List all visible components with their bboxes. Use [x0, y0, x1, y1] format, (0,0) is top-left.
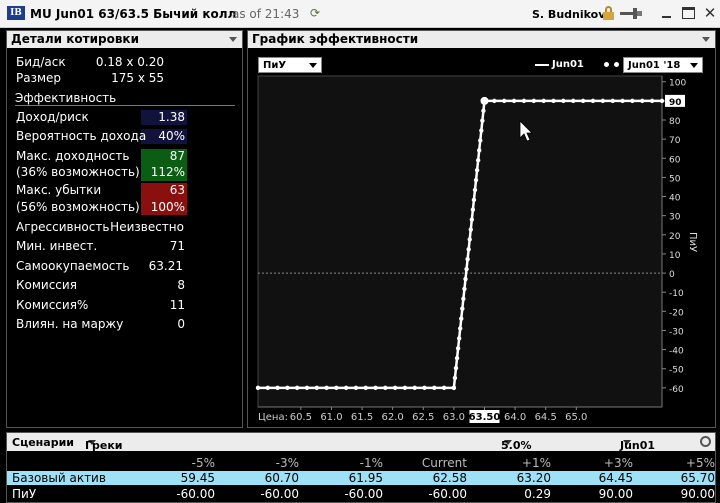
- column-header: -1%: [359, 456, 383, 470]
- return-risk-value: 1.38: [158, 110, 185, 124]
- size-label: Размер: [16, 71, 62, 85]
- prob-profit-label: Вероятность дохода: [16, 129, 147, 143]
- cell: -60.00: [176, 487, 215, 501]
- window-title: MU Jun01 63/63.5 Бычий колл: [30, 7, 237, 21]
- cell: -60.00: [428, 487, 467, 501]
- metric-select[interactable]: ПиУ: [258, 57, 322, 73]
- column-header: +3%: [603, 456, 633, 470]
- chart-header[interactable]: График эффективности: [248, 31, 715, 48]
- commission-pct-value: 11: [169, 298, 185, 312]
- column-header: -5%: [191, 456, 215, 470]
- min-invest-label: Мин. инвест.: [16, 239, 98, 253]
- legend-line-icon: [535, 64, 549, 66]
- scenarios-title: Сценарии: [12, 436, 74, 449]
- cell: -60.00: [344, 487, 383, 501]
- commission-pct-label: Комиссия%: [16, 298, 89, 312]
- cell: 59.45: [180, 471, 215, 485]
- legend-dots-icon: [604, 62, 620, 68]
- quote-details-header[interactable]: Детали котировки: [7, 31, 242, 48]
- panel-menu-icon[interactable]: [229, 37, 237, 42]
- quote-details-panel: Детали котировки Бид/аск 0.18 x 0.20 Раз…: [6, 30, 243, 428]
- as-of-time: as of 21:43: [232, 7, 300, 21]
- cell: 90.00: [680, 487, 715, 501]
- cell: 65.70: [680, 471, 715, 485]
- bid-ask-value: 0.18 x 0.20: [95, 55, 164, 69]
- aggressiveness-value: Неизвестно: [110, 220, 184, 234]
- prob-profit-value: 40%: [158, 129, 185, 143]
- row-label: ПиУ: [12, 487, 37, 501]
- chevron-down-icon: [309, 63, 317, 68]
- cell: -60.00: [260, 487, 299, 501]
- column-header: -3%: [275, 456, 299, 470]
- cell: 64.45: [598, 471, 633, 485]
- margin-impact-value: 0: [177, 317, 185, 331]
- chevron-down-icon: [690, 63, 698, 68]
- max-loss-pct: 100%: [150, 200, 185, 214]
- min-invest-value: 71: [169, 239, 185, 253]
- performance-chart-panel: График эффективности: [247, 30, 716, 428]
- commission-label: Комиссия: [16, 278, 77, 292]
- return-risk-label: Доход/риск: [16, 110, 89, 124]
- table-row-underlying[interactable]: Базовый актив 59.45 60.70 61.95 62.58 63…: [7, 471, 715, 485]
- max-loss-value: 63: [169, 183, 185, 197]
- max-loss-sub: (56% возможность): [16, 200, 140, 214]
- margin-impact-label: Влиян. на маржу: [16, 317, 124, 331]
- title-bar: IB MU Jun01 63/63.5 Бычий колл as of 21:…: [0, 0, 720, 28]
- max-return-label: Макс. доходность: [16, 149, 130, 163]
- pin-icon[interactable]: [620, 8, 642, 19]
- size-value: 175 x 55: [111, 71, 164, 85]
- close-button[interactable]: ✕: [703, 6, 717, 21]
- legend-series-name: Jun01: [552, 59, 584, 70]
- minimize-button[interactable]: [660, 6, 674, 20]
- scenarios-panel: Сценарии Греки инструментов 5.0% Перемес…: [6, 432, 716, 503]
- maximize-button[interactable]: [682, 7, 695, 19]
- max-return-sub: (36% возможность): [16, 165, 140, 179]
- expiry-select[interactable]: Jun01 '18: [623, 57, 703, 73]
- refresh-icon[interactable]: ⟳: [310, 6, 320, 20]
- scenario-expiry-select[interactable]: Jun01 '18: [620, 436, 655, 465]
- column-header: +1%: [521, 456, 551, 470]
- max-return-pct: 112%: [150, 165, 185, 179]
- cell: 60.70: [264, 471, 299, 485]
- max-loss-label: Макс. убытки: [16, 183, 102, 197]
- scenarios-header: Сценарии Греки инструментов 5.0% Перемес…: [7, 433, 715, 465]
- bid-ask-label: Бид/аск: [16, 55, 66, 69]
- greeks-select[interactable]: Греки инструментов: [85, 436, 173, 465]
- cell: 61.95: [348, 471, 383, 485]
- efficiency-section-title: Эффективность: [15, 91, 235, 106]
- cell: 0.29: [524, 487, 551, 501]
- row-label: Базовый актив: [12, 471, 106, 485]
- column-header: +5%: [685, 456, 715, 470]
- commission-value: 8: [177, 278, 185, 292]
- panel-menu-icon[interactable]: [702, 37, 710, 42]
- settings-gear-icon[interactable]: [700, 436, 711, 447]
- user-name: S. Budnikov: [532, 8, 606, 21]
- column-header: Current: [421, 456, 467, 470]
- cell: 63.20: [516, 471, 551, 485]
- breakeven-label: Самоокупаемость: [16, 259, 130, 273]
- ib-logo-icon: IB: [7, 6, 25, 20]
- step-select[interactable]: 5.0% Переместить: [501, 436, 583, 465]
- scenario-column-headers: -5% -3% -1% Current +1% +3% +5%: [7, 456, 715, 470]
- lock-icon[interactable]: [603, 6, 614, 20]
- max-return-value: 87: [169, 149, 185, 163]
- table-row-pnl[interactable]: ПиУ -60.00 -60.00 -60.00 -60.00 0.29 90.…: [7, 487, 715, 501]
- cell: 90.00: [598, 487, 633, 501]
- aggressiveness-label: Агрессивность: [16, 220, 110, 234]
- breakeven-value: 63.21: [148, 259, 183, 273]
- cell: 62.58: [432, 471, 467, 485]
